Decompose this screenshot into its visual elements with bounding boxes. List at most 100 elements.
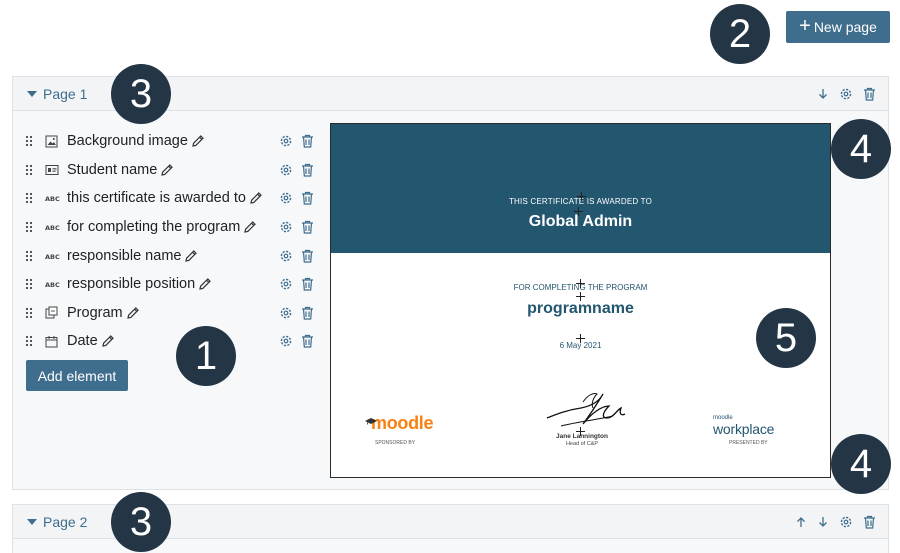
new-page-label: New page <box>813 19 877 35</box>
page-toggle[interactable]: Page 2 <box>27 514 87 530</box>
gear-icon[interactable] <box>839 515 853 529</box>
element-row: Program <box>25 299 325 328</box>
drag-handle-icon[interactable] <box>25 250 39 262</box>
arrow-down-icon[interactable] <box>817 88 829 100</box>
element-label: this certificate is awarded to <box>67 190 246 207</box>
drag-handle-icon[interactable] <box>25 335 39 347</box>
signer-role[interactable]: Head of C&P <box>547 441 617 447</box>
callout-badge: 4 <box>831 434 891 494</box>
element-row: Student name <box>25 156 325 185</box>
program-icon <box>45 306 61 319</box>
element-list: Background image Student name ABC this c… <box>25 127 325 356</box>
gear-icon[interactable] <box>279 134 293 148</box>
callout-badge: 2 <box>710 4 770 64</box>
svg-text:ABC: ABC <box>45 253 60 260</box>
signer-name[interactable]: Jane Lannington <box>547 433 617 440</box>
page-title: Page 1 <box>43 85 88 102</box>
gear-icon[interactable] <box>279 249 293 263</box>
element-label: Background image <box>67 133 188 150</box>
pencil-icon[interactable] <box>243 220 257 234</box>
element-row: Background image <box>25 127 325 156</box>
trash-icon[interactable] <box>301 163 314 177</box>
caret-down-icon <box>27 518 37 525</box>
presented-by-caption: PRESENTED BY <box>729 440 768 446</box>
callout-badge: 1 <box>176 326 236 386</box>
element-row: Date <box>25 327 325 356</box>
drag-handle-icon[interactable] <box>25 192 39 204</box>
callout-badge: 5 <box>756 308 816 368</box>
element-label: Program <box>67 304 123 321</box>
trash-icon[interactable] <box>301 134 314 148</box>
text-abc-icon: ABC <box>45 194 61 202</box>
drag-handle-icon[interactable] <box>25 164 39 176</box>
element-label: Date <box>67 333 98 350</box>
element-label: for completing the program <box>67 219 241 236</box>
image-icon <box>45 135 61 148</box>
text-abc-icon: ABC <box>45 280 61 288</box>
svg-text:ABC: ABC <box>45 195 60 202</box>
gear-icon[interactable] <box>839 87 853 101</box>
signature-image <box>543 388 635 439</box>
trash-icon[interactable] <box>301 306 314 320</box>
page-panel-1: Page 1 Background image Student name ABC… <box>12 76 889 490</box>
certificate-program[interactable]: programname <box>331 300 830 318</box>
new-page-button[interactable]: + New page <box>786 11 890 43</box>
svg-text:ABC: ABC <box>45 224 60 231</box>
caret-down-icon <box>27 90 37 97</box>
drag-handle-icon[interactable] <box>25 135 39 147</box>
text-abc-icon: ABC <box>45 252 61 260</box>
pencil-icon[interactable] <box>126 306 140 320</box>
text-abc-icon: ABC <box>45 223 61 231</box>
element-label: Student name <box>67 161 158 178</box>
element-label: responsible name <box>67 247 182 264</box>
certificate-date[interactable]: 6 May 2021 <box>331 341 830 350</box>
arrow-down-icon[interactable] <box>817 516 829 528</box>
graduation-cap-icon <box>365 410 377 431</box>
trash-icon[interactable] <box>301 334 314 349</box>
trash-icon[interactable] <box>863 87 876 101</box>
drag-handle-icon[interactable] <box>25 278 39 290</box>
moodle-logo-text: moodle <box>371 413 434 433</box>
gear-icon[interactable] <box>279 277 293 291</box>
page-toggle[interactable]: Page 1 <box>27 86 87 102</box>
pencil-icon[interactable] <box>160 163 174 177</box>
position-marker-icon[interactable] <box>574 207 583 216</box>
trash-icon[interactable] <box>301 220 314 234</box>
gear-icon[interactable] <box>279 306 293 320</box>
trash-icon[interactable] <box>301 277 314 291</box>
callout-badge: 4 <box>831 119 891 179</box>
pencil-icon[interactable] <box>191 134 205 148</box>
callout-badge: 3 <box>111 492 171 552</box>
gear-icon[interactable] <box>279 220 293 234</box>
svg-text:ABC: ABC <box>45 281 60 288</box>
pencil-icon[interactable] <box>249 191 263 205</box>
plus-icon: + <box>799 15 811 37</box>
drag-handle-icon[interactable] <box>25 307 39 319</box>
callout-badge: 3 <box>111 64 171 124</box>
arrow-up-icon[interactable] <box>795 516 807 528</box>
pencil-icon[interactable] <box>198 277 212 291</box>
pencil-icon[interactable] <box>101 334 115 348</box>
add-element-button[interactable]: Add element <box>26 360 128 391</box>
gear-icon[interactable] <box>279 334 293 348</box>
element-label: responsible position <box>67 276 196 293</box>
trash-icon[interactable] <box>301 191 314 206</box>
certificate-header-band <box>331 124 830 253</box>
drag-handle-icon[interactable] <box>25 221 39 233</box>
gear-icon[interactable] <box>279 163 293 177</box>
element-row: ABC for completing the program <box>25 213 325 242</box>
element-row: ABC responsible name <box>25 241 325 270</box>
element-row: ABC this certificate is awarded to <box>25 184 325 213</box>
pencil-icon[interactable] <box>184 249 198 263</box>
certificate-preview: THIS CERTIFICATE IS AWARDED TO Global Ad… <box>330 123 831 478</box>
id-card-icon <box>45 164 61 176</box>
moodle-logo: moodle <box>365 413 434 434</box>
position-marker-icon[interactable] <box>577 192 586 201</box>
gear-icon[interactable] <box>279 191 293 205</box>
workplace-logo: workplace <box>713 421 775 437</box>
trash-icon[interactable] <box>863 515 876 529</box>
calendar-icon <box>45 335 61 348</box>
element-row: ABC responsible position <box>25 270 325 299</box>
trash-icon[interactable] <box>301 249 314 263</box>
position-marker-icon[interactable] <box>576 279 585 288</box>
